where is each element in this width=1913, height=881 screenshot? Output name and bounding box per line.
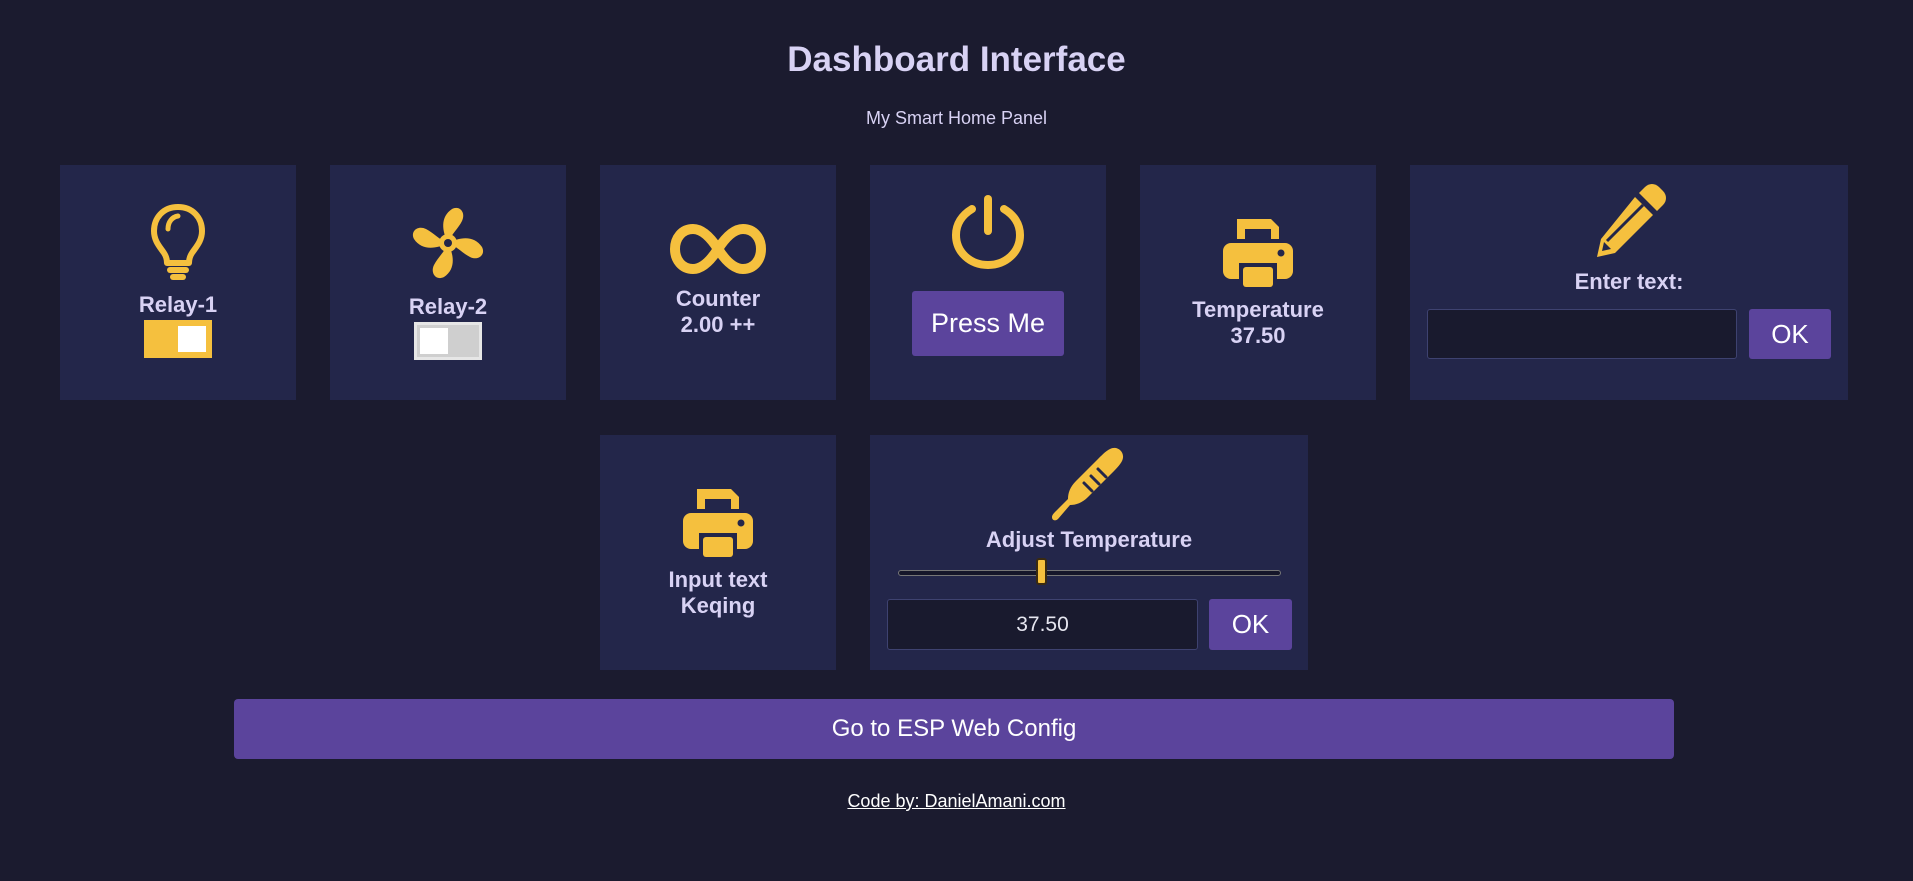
page-subtitle: My Smart Home Panel — [865, 108, 1048, 128]
temperature-ok-button[interactable]: OK — [1209, 599, 1292, 650]
input-text-label: Input text — [668, 567, 768, 592]
enter-text-row: OK — [1427, 309, 1831, 359]
counter-label: Counter — [675, 286, 761, 311]
printer-icon — [1219, 213, 1297, 289]
temperature-label: Temperature — [1192, 297, 1324, 322]
thermometer-icon — [1048, 443, 1130, 525]
enter-text-card: Enter text: OK — [1410, 165, 1848, 400]
press-me-button[interactable]: Press Me — [912, 291, 1064, 356]
temperature-value: 37.50 — [1230, 323, 1286, 348]
relay-2-label: Relay-2 — [408, 294, 488, 319]
temperature-input[interactable] — [887, 599, 1198, 650]
infinity-icon — [669, 223, 767, 275]
counter-value: 2.00 ++ — [680, 312, 756, 337]
enter-text-ok-button[interactable]: OK — [1749, 309, 1831, 359]
pencil-icon — [1589, 181, 1669, 261]
power-icon — [950, 193, 1026, 269]
relay-1-card: Relay-1 — [60, 165, 296, 400]
input-text-card: Input text Keqing — [600, 435, 836, 670]
enter-text-input[interactable] — [1427, 309, 1737, 359]
relay-1-label: Relay-1 — [138, 292, 218, 317]
temperature-card: Temperature 37.50 — [1140, 165, 1376, 400]
relay-2-toggle[interactable] — [414, 322, 482, 360]
press-card: Press Me — [870, 165, 1106, 400]
toggle-knob — [420, 328, 448, 354]
relay-1-toggle[interactable] — [144, 320, 212, 358]
enter-text-label: Enter text: — [1574, 269, 1684, 294]
relay-2-card: Relay-2 — [330, 165, 566, 400]
lightbulb-icon — [150, 203, 206, 281]
toggle-knob — [178, 326, 206, 352]
temperature-slider-thumb[interactable] — [1035, 558, 1047, 585]
footer-credit-link[interactable]: Code by: DanielAmani.com — [0, 791, 1913, 812]
adjust-temperature-label: Adjust Temperature — [985, 527, 1193, 552]
fan-icon — [408, 203, 488, 283]
esp-web-config-button[interactable]: Go to ESP Web Config — [234, 699, 1674, 759]
input-text-value: Keqing — [680, 593, 756, 618]
printer-icon — [679, 483, 757, 559]
counter-card: Counter 2.00 ++ — [600, 165, 836, 400]
page-title: Dashboard Interface — [787, 40, 1126, 79]
temperature-slider-track[interactable] — [898, 570, 1281, 576]
